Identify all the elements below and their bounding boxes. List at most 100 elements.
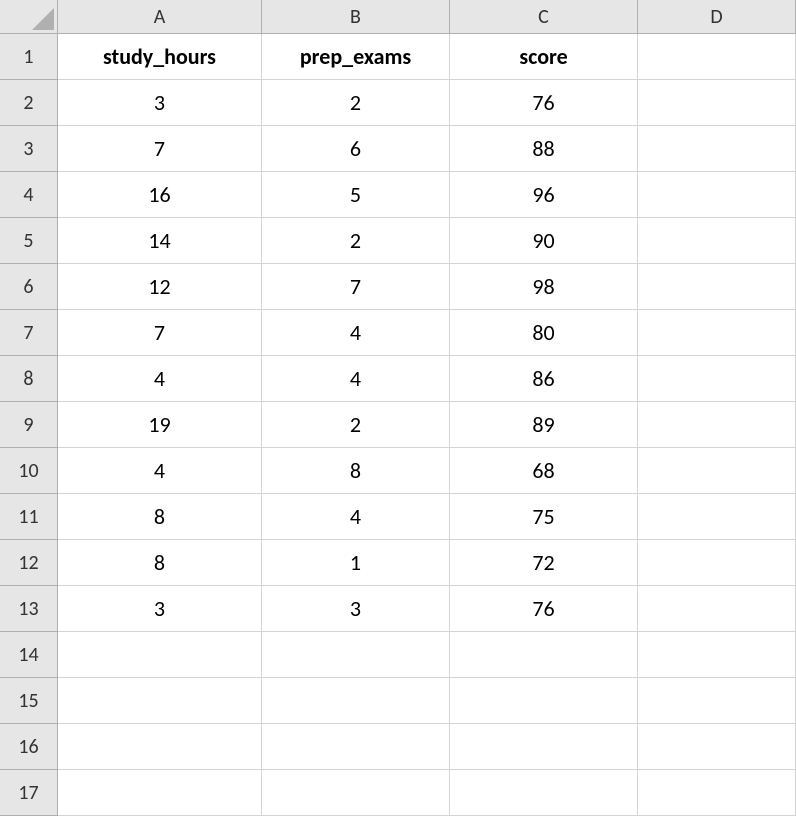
cell-B9[interactable]: 2 (262, 402, 450, 448)
cell-D12[interactable] (638, 540, 796, 586)
cell-D11[interactable] (638, 494, 796, 540)
cell-A11[interactable]: 8 (58, 494, 262, 540)
cell-D8[interactable] (638, 356, 796, 402)
cell-D5[interactable] (638, 218, 796, 264)
cell-D13[interactable] (638, 586, 796, 632)
cell-D15[interactable] (638, 678, 796, 724)
cell-A7[interactable]: 7 (58, 310, 262, 356)
cell-D7[interactable] (638, 310, 796, 356)
data-row-3: 3 7 6 88 (0, 126, 796, 172)
data-row-5: 5 14 2 90 (0, 218, 796, 264)
cell-C8[interactable]: 86 (450, 356, 638, 402)
cell-A12[interactable]: 8 (58, 540, 262, 586)
cell-C3[interactable]: 88 (450, 126, 638, 172)
row-header-16[interactable]: 16 (0, 724, 58, 770)
row-header-9[interactable]: 9 (0, 402, 58, 448)
cell-A15[interactable] (58, 678, 262, 724)
cell-A3[interactable]: 7 (58, 126, 262, 172)
cell-D2[interactable] (638, 80, 796, 126)
row-header-2[interactable]: 2 (0, 80, 58, 126)
cell-B15[interactable] (262, 678, 450, 724)
row-header-8[interactable]: 8 (0, 356, 58, 402)
cell-B14[interactable] (262, 632, 450, 678)
row-header-1[interactable]: 1 (0, 34, 58, 80)
row-header-3[interactable]: 3 (0, 126, 58, 172)
cell-B4[interactable]: 5 (262, 172, 450, 218)
cell-C13[interactable]: 76 (450, 586, 638, 632)
cell-A8[interactable]: 4 (58, 356, 262, 402)
cell-D1[interactable] (638, 34, 796, 80)
cell-A4[interactable]: 16 (58, 172, 262, 218)
data-row-8: 8 4 4 86 (0, 356, 796, 402)
cell-B8[interactable]: 4 (262, 356, 450, 402)
cell-C17[interactable] (450, 770, 638, 816)
row-header-4[interactable]: 4 (0, 172, 58, 218)
cell-B5[interactable]: 2 (262, 218, 450, 264)
cell-C16[interactable] (450, 724, 638, 770)
row-header-14[interactable]: 14 (0, 632, 58, 678)
row-header-5[interactable]: 5 (0, 218, 58, 264)
cell-C11[interactable]: 75 (450, 494, 638, 540)
data-row-17: 17 (0, 770, 796, 816)
cell-C2[interactable]: 76 (450, 80, 638, 126)
data-row-13: 13 3 3 76 (0, 586, 796, 632)
cell-A16[interactable] (58, 724, 262, 770)
cell-B10[interactable]: 8 (262, 448, 450, 494)
cell-C5[interactable]: 90 (450, 218, 638, 264)
cell-B6[interactable]: 7 (262, 264, 450, 310)
row-header-11[interactable]: 11 (0, 494, 58, 540)
row-header-7[interactable]: 7 (0, 310, 58, 356)
row-header-12[interactable]: 12 (0, 540, 58, 586)
cell-A1[interactable]: study_hours (58, 34, 262, 80)
cell-A9[interactable]: 19 (58, 402, 262, 448)
cell-D17[interactable] (638, 770, 796, 816)
select-all-corner[interactable] (0, 0, 58, 34)
cell-D9[interactable] (638, 402, 796, 448)
data-row-12: 12 8 1 72 (0, 540, 796, 586)
data-row-7: 7 7 4 80 (0, 310, 796, 356)
cell-A13[interactable]: 3 (58, 586, 262, 632)
col-header-C[interactable]: C (450, 0, 638, 34)
row-header-6[interactable]: 6 (0, 264, 58, 310)
cell-C4[interactable]: 96 (450, 172, 638, 218)
cell-D4[interactable] (638, 172, 796, 218)
col-header-B[interactable]: B (262, 0, 450, 34)
cell-B2[interactable]: 2 (262, 80, 450, 126)
cell-D10[interactable] (638, 448, 796, 494)
cell-B13[interactable]: 3 (262, 586, 450, 632)
cell-A17[interactable] (58, 770, 262, 816)
col-header-D[interactable]: D (638, 0, 796, 34)
cell-A14[interactable] (58, 632, 262, 678)
cell-B17[interactable] (262, 770, 450, 816)
cell-C14[interactable] (450, 632, 638, 678)
cell-D14[interactable] (638, 632, 796, 678)
cell-C10[interactable]: 68 (450, 448, 638, 494)
cell-B7[interactable]: 4 (262, 310, 450, 356)
cell-B1[interactable]: prep_exams (262, 34, 450, 80)
cell-C7[interactable]: 80 (450, 310, 638, 356)
row-header-13[interactable]: 13 (0, 586, 58, 632)
cell-C6[interactable]: 98 (450, 264, 638, 310)
cell-C1[interactable]: score (450, 34, 638, 80)
cell-B12[interactable]: 1 (262, 540, 450, 586)
row-header-10[interactable]: 10 (0, 448, 58, 494)
row-header-15[interactable]: 15 (0, 678, 58, 724)
cell-C15[interactable] (450, 678, 638, 724)
cell-D16[interactable] (638, 724, 796, 770)
cell-A10[interactable]: 4 (58, 448, 262, 494)
data-row-10: 10 4 8 68 (0, 448, 796, 494)
data-row-1: 1 study_hours prep_exams score (0, 34, 796, 80)
cell-C12[interactable]: 72 (450, 540, 638, 586)
cell-B11[interactable]: 4 (262, 494, 450, 540)
cell-B3[interactable]: 6 (262, 126, 450, 172)
cell-A5[interactable]: 14 (58, 218, 262, 264)
data-row-16: 16 (0, 724, 796, 770)
col-header-A[interactable]: A (58, 0, 262, 34)
cell-C9[interactable]: 89 (450, 402, 638, 448)
cell-A2[interactable]: 3 (58, 80, 262, 126)
cell-D6[interactable] (638, 264, 796, 310)
cell-D3[interactable] (638, 126, 796, 172)
row-header-17[interactable]: 17 (0, 770, 58, 816)
cell-A6[interactable]: 12 (58, 264, 262, 310)
cell-B16[interactable] (262, 724, 450, 770)
